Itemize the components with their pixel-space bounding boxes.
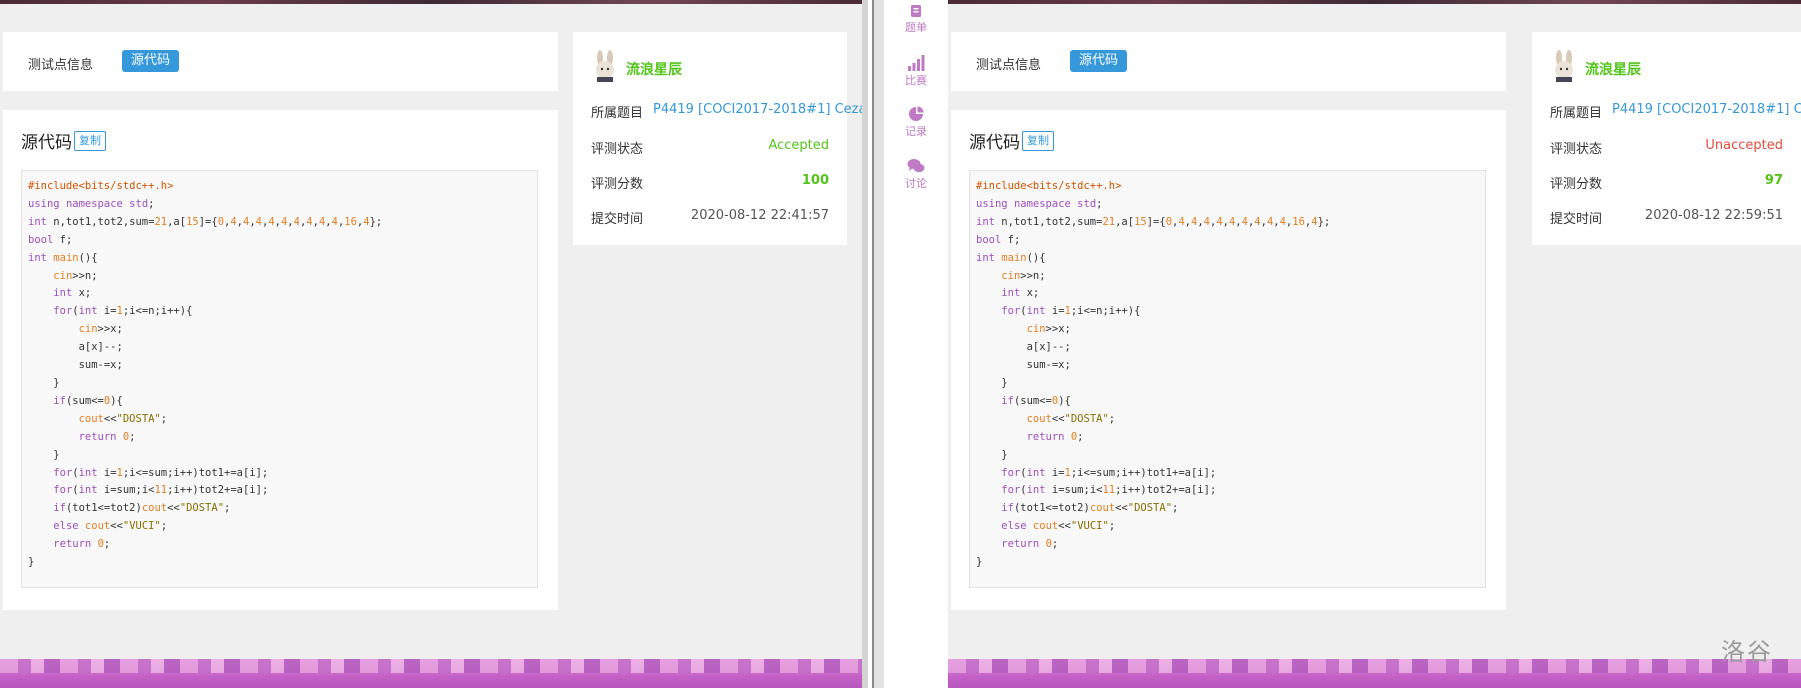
copy-button[interactable]: 复制 xyxy=(74,131,106,151)
user-name[interactable]: 流浪星辰 xyxy=(626,59,682,79)
chat-bubbles-icon xyxy=(907,159,925,173)
copy-button[interactable]: 复制 xyxy=(1022,131,1054,151)
source-code-card: 源代码 复制 #include<bits/stdc++.h> using nam… xyxy=(3,110,558,610)
avatar[interactable] xyxy=(1550,50,1578,82)
nav-item-records[interactable]: 记录 xyxy=(884,106,948,139)
problem-label: 所属题目 xyxy=(1550,106,1603,121)
nav-label-training: 题单 xyxy=(905,21,927,34)
code-block[interactable]: #include<bits/stdc++.h> using namespace … xyxy=(21,170,538,588)
score-value: 97 xyxy=(1764,173,1783,188)
score-row: 评测分数 100 xyxy=(591,173,829,193)
nav-item-training[interactable]: 题单 xyxy=(884,4,948,35)
luogu-watermark: 洛谷 xyxy=(1721,638,1773,666)
status-row: 评测状态 Accepted xyxy=(591,138,829,158)
header-banner-strip xyxy=(0,0,862,4)
pane-divider xyxy=(872,0,884,688)
tabs-card: 测试点信息 源代码 xyxy=(951,32,1506,91)
avatar[interactable] xyxy=(591,50,619,82)
right-submission-pane: 测试点信息 源代码 源代码 复制 #include<bits/stdc++.h>… xyxy=(948,0,1801,688)
status-row: 评测状态 Unaccepted xyxy=(1550,138,1783,158)
score-label: 评测分数 xyxy=(1550,177,1603,192)
nav-label-contest: 比赛 xyxy=(905,74,927,87)
problem-row: 所属题目 P4419 [COCI2017-2018#1] Ce xyxy=(1550,102,1801,122)
problem-row: 所属题目 P4419 [COCI2017-2018#1] Ceza xyxy=(591,102,862,122)
status-label: 评测状态 xyxy=(591,142,644,157)
bar-chart-icon xyxy=(908,55,925,71)
tabs-card: 测试点信息 源代码 xyxy=(3,32,558,91)
header-banner-strip xyxy=(948,0,1801,4)
source-code-title: 源代码 xyxy=(969,133,1020,153)
book-icon xyxy=(911,5,921,17)
status-value: Unaccepted xyxy=(1705,138,1783,153)
pie-chart-icon xyxy=(909,106,924,121)
score-label: 评测分数 xyxy=(591,177,644,192)
tab-source-code[interactable]: 源代码 xyxy=(1070,50,1128,72)
time-value: 2020-08-12 22:41:57 xyxy=(690,208,829,223)
problem-link[interactable]: P4419 [COCI2017-2018#1] Ce xyxy=(1612,102,1801,117)
tab-source-code[interactable]: 源代码 xyxy=(122,50,180,72)
code-text: #include<bits/stdc++.h> using namespace … xyxy=(28,180,383,569)
left-submission-pane: 测试点信息 源代码 源代码 复制 #include<bits/stdc++.h>… xyxy=(0,0,862,688)
status-label: 评测状态 xyxy=(1550,142,1603,157)
footer-banner xyxy=(0,659,862,688)
main-nav-sidebar: 题单 比赛 记录 讨论 xyxy=(884,0,948,688)
tab-testcase-info[interactable]: 测试点信息 xyxy=(28,54,93,73)
tab-testcase-info[interactable]: 测试点信息 xyxy=(976,54,1041,73)
code-block[interactable]: #include<bits/stdc++.h> using namespace … xyxy=(969,170,1486,588)
problem-link[interactable]: P4419 [COCI2017-2018#1] Ceza xyxy=(653,102,862,117)
nav-item-contest[interactable]: 比赛 xyxy=(884,55,948,88)
score-value: 100 xyxy=(801,173,829,188)
user-name[interactable]: 流浪星辰 xyxy=(1585,59,1641,79)
nav-item-discuss[interactable]: 讨论 xyxy=(884,158,948,191)
source-code-card: 源代码 复制 #include<bits/stdc++.h> using nam… xyxy=(951,110,1506,610)
status-value: Accepted xyxy=(768,138,829,153)
time-value: 2020-08-12 22:59:51 xyxy=(1644,208,1783,223)
submission-info-card: 流浪星辰 所属题目 P4419 [COCI2017-2018#1] Ce 评测状… xyxy=(1532,32,1801,245)
footer-banner xyxy=(948,659,1801,688)
nav-label-discuss: 讨论 xyxy=(905,177,927,190)
score-row: 评测分数 97 xyxy=(1550,173,1783,193)
time-row: 提交时间 2020-08-12 22:59:51 xyxy=(1550,208,1783,228)
time-row: 提交时间 2020-08-12 22:41:57 xyxy=(591,208,829,228)
source-code-title: 源代码 xyxy=(21,133,72,153)
time-label: 提交时间 xyxy=(1550,212,1603,227)
nav-label-records: 记录 xyxy=(905,125,927,138)
problem-label: 所属题目 xyxy=(591,106,644,121)
time-label: 提交时间 xyxy=(591,212,644,227)
code-text: #include<bits/stdc++.h> using namespace … xyxy=(976,180,1331,569)
submission-info-card: 流浪星辰 所属题目 P4419 [COCI2017-2018#1] Ceza 评… xyxy=(573,32,862,245)
